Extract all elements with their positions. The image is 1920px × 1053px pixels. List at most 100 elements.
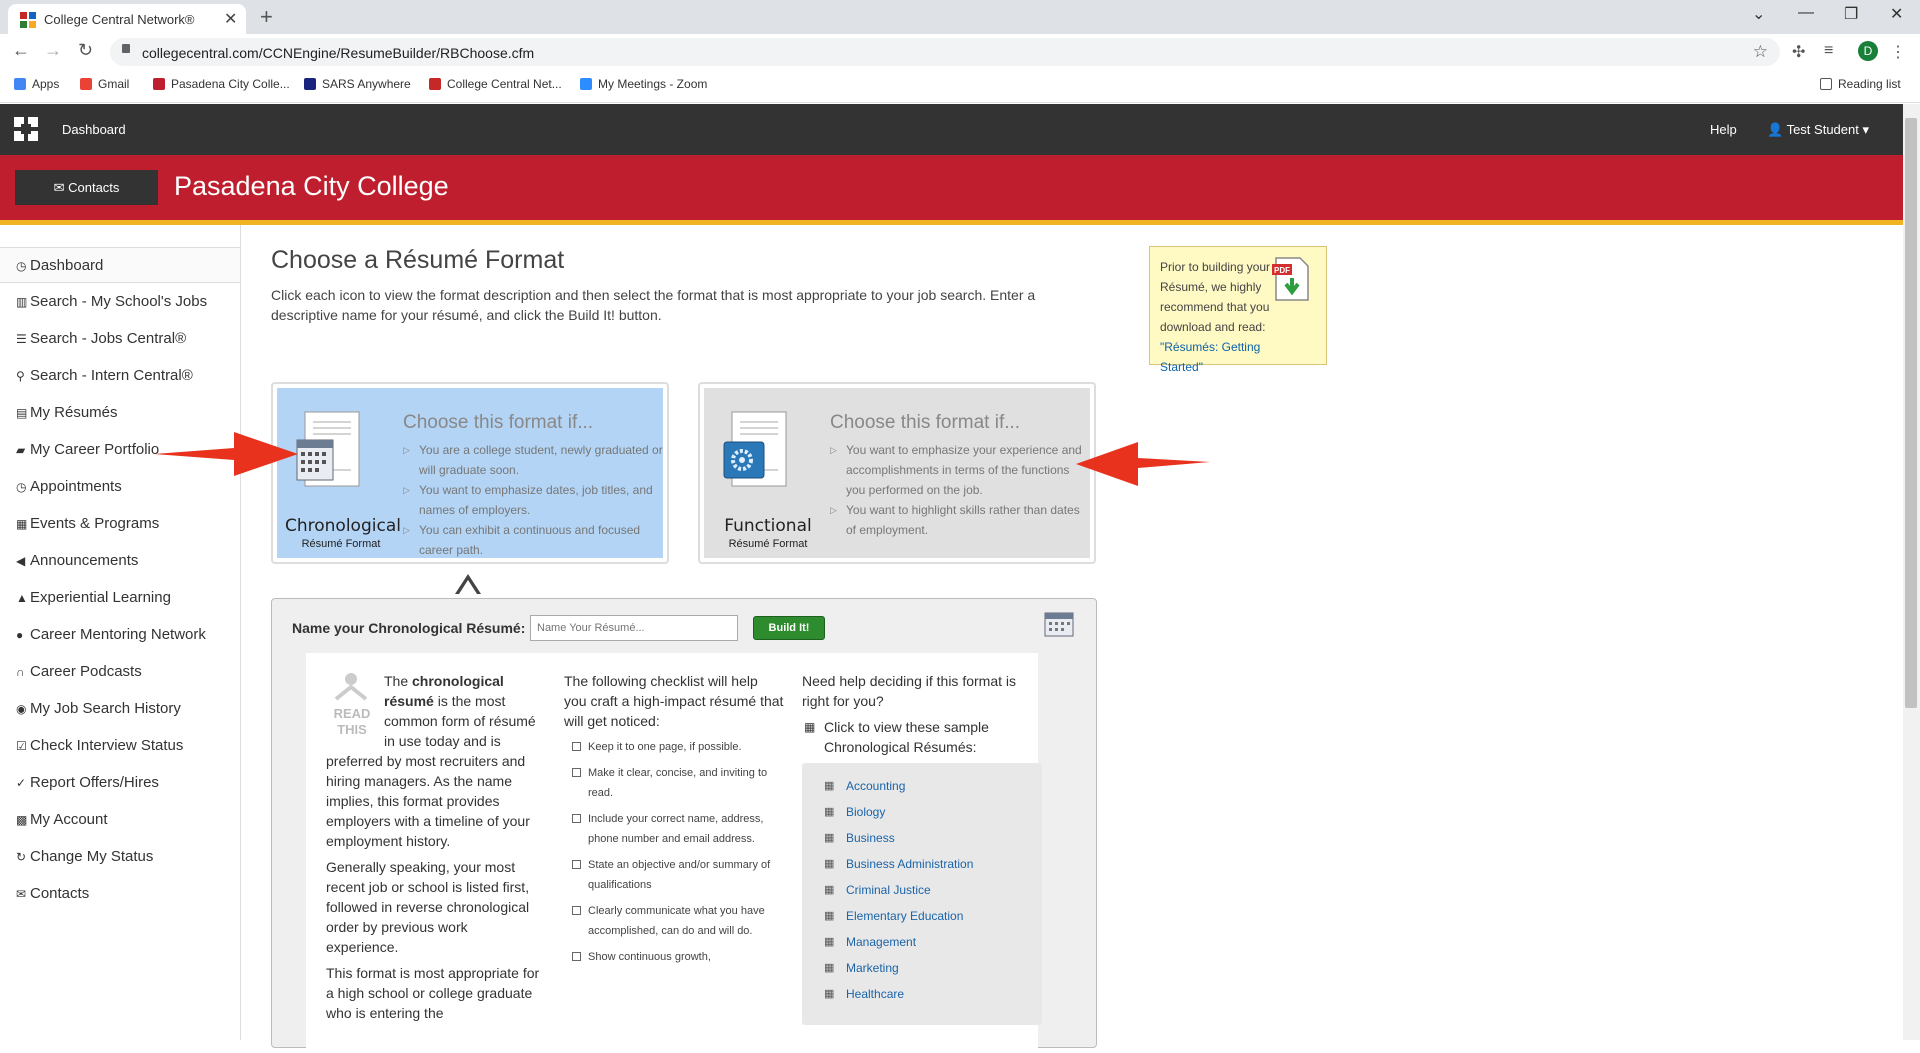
nav-dashboard[interactable]: Dashboard — [62, 122, 126, 137]
sidebar-item[interactable]: ▩ My Account — [0, 802, 240, 838]
app-top-nav: Dashboard Help 👤 Test Student ▾ — [0, 104, 1903, 155]
bullet: You want to emphasize your experience an… — [830, 440, 1090, 500]
tab-search-icon[interactable]: ⌄ — [1752, 4, 1765, 24]
minimize-icon[interactable]: — — [1798, 4, 1814, 22]
sample-link-criminal-justice[interactable]: Criminal Justice — [824, 883, 931, 897]
chronological-format-card[interactable]: Chronological Résumé Format Choose this … — [271, 382, 669, 564]
sidebar-item-label: My Job Search History — [30, 700, 181, 717]
pdf-download-icon[interactable]: PDF — [1270, 256, 1312, 304]
new-tab-icon[interactable]: + — [260, 4, 273, 30]
checklist-item: Keep it to one page, if possible. — [564, 737, 784, 757]
help-deciding-text: Need help deciding if this format is rig… — [802, 673, 1016, 709]
build-it-button[interactable]: Build It! — [753, 616, 825, 640]
sample-link-accounting[interactable]: Accounting — [824, 779, 905, 793]
pdf-download-note: Prior to building your Résumé, we highly… — [1149, 246, 1327, 374]
building-icon: ▥ — [16, 295, 28, 309]
name-resume-label: Name your Chronological Résumé: — [292, 620, 526, 636]
description-paragraph: This format is most appropriate for a hi… — [326, 965, 540, 1021]
functional-format-card[interactable]: Functional Résumé Format Choose this for… — [698, 382, 1096, 564]
checklist-item: Include your correct name, address, phon… — [564, 809, 784, 849]
sidebar-item[interactable]: ☰ Search - Jobs Central® — [0, 321, 240, 357]
sample-link-business[interactable]: Business — [824, 831, 895, 845]
sidebar-item[interactable]: ▲ Experiential Learning — [0, 580, 240, 616]
sidebar-item[interactable]: ◉ My Job Search History — [0, 691, 240, 727]
sidebar-item-label: My Career Portfolio — [30, 441, 160, 458]
envelope-icon: ✉ — [53, 180, 65, 195]
restore-icon[interactable]: ❐ — [1844, 4, 1858, 24]
sitemap-icon: ▩ — [16, 813, 28, 827]
tab-close-icon[interactable]: ✕ — [224, 9, 237, 29]
bookmark-zoom[interactable]: My Meetings - Zoom — [580, 77, 707, 91]
sidebar-item[interactable]: ◷ Dashboard — [0, 247, 240, 283]
page-scrollbar[interactable] — [1903, 104, 1920, 1040]
read-this-icon — [334, 673, 368, 701]
sidebar-item-label: My Résumés — [30, 404, 118, 421]
panel-pointer-inner — [459, 580, 477, 594]
back-icon[interactable]: ← — [12, 40, 30, 61]
reload-icon[interactable]: ↻ — [78, 40, 93, 61]
clock-icon: ◷ — [16, 480, 27, 494]
profile-avatar[interactable]: D — [1858, 41, 1878, 61]
bookmark-gmail[interactable]: Gmail — [80, 77, 129, 91]
sample-link-elementary-education[interactable]: Elementary Education — [824, 909, 963, 923]
sidebar-item-label: Announcements — [30, 552, 139, 569]
college-central-favicon-icon — [20, 12, 36, 28]
sample-link-healthcare[interactable]: Healthcare — [824, 987, 904, 1001]
sample-link-biology[interactable]: Biology — [824, 805, 885, 819]
sidebar-item[interactable]: ▤ My Résumés — [0, 395, 240, 431]
media-control-icon[interactable]: ≡ — [1824, 42, 1833, 60]
sidebar-item[interactable]: ◀ Announcements — [0, 543, 240, 579]
annotation-arrow-right-icon — [1076, 442, 1210, 486]
user-menu[interactable]: 👤 Test Student ▾ — [1767, 122, 1869, 138]
checklist-item: Clearly communicate what you have accomp… — [564, 901, 784, 941]
extensions-icon[interactable]: ✣ — [1792, 42, 1805, 62]
resume-name-input[interactable] — [530, 615, 738, 641]
getting-started-link[interactable]: "Résumés: Getting Started" — [1160, 340, 1260, 374]
scrollbar-thumb[interactable] — [1905, 118, 1917, 708]
sample-link-marketing[interactable]: Marketing — [824, 961, 899, 975]
bookmarks-bar: Apps Gmail Pasadena City Colle... SARS A… — [0, 70, 1920, 103]
bullet: You are a college student, newly graduat… — [403, 440, 663, 480]
sidebar-item[interactable]: ● Career Mentoring Network — [0, 617, 240, 653]
forward-icon[interactable]: → — [44, 40, 62, 61]
contacts-button[interactable]: ✉ Contacts — [15, 170, 158, 205]
address-bar[interactable]: collegecentral.com/CCNEngine/ResumeBuild… — [110, 38, 1780, 66]
reading-list[interactable]: Reading list — [1820, 77, 1901, 91]
sidebar-item[interactable]: ☑ Check Interview Status — [0, 728, 240, 764]
bookmark-pasadena[interactable]: Pasadena City Colle... — [153, 77, 290, 91]
user-search-icon: ⚲ — [16, 369, 25, 383]
sidebar-item[interactable]: ▦ Events & Programs — [0, 506, 240, 542]
sidebar-item-label: Contacts — [30, 885, 90, 902]
format-description: READ THIS The chronological résumé is th… — [306, 653, 1042, 1053]
bookmark-apps[interactable]: Apps — [14, 77, 59, 91]
sidebar-item[interactable]: ✉ Contacts — [0, 876, 240, 912]
sample-link-management[interactable]: Management — [824, 935, 916, 949]
sidebar-item[interactable]: ⚲ Search - Intern Central® — [0, 358, 240, 394]
read-this-badge: READ THIS — [326, 671, 378, 739]
sidebar-item-label: Search - Intern Central® — [30, 367, 193, 384]
page-title: Choose a Résumé Format — [271, 246, 565, 274]
thumbs-up-icon: ✓ — [16, 776, 27, 790]
browser-tab[interactable]: College Central Network® ✕ — [8, 4, 246, 34]
svg-text:PDF: PDF — [1274, 266, 1290, 275]
samples-heading: Click to view these sample Chronological… — [802, 717, 1038, 757]
eye-icon: ◉ — [16, 702, 27, 716]
sample-link-business-administration[interactable]: Business Administration — [824, 857, 973, 871]
caret-down-icon: ▾ — [1862, 122, 1870, 137]
app-logo-icon[interactable] — [14, 117, 38, 141]
nav-help[interactable]: Help — [1710, 122, 1737, 137]
checklist-item: State an objective and/or summary of qua… — [564, 855, 784, 895]
calendar-icon: ▦ — [16, 517, 28, 531]
sidebar-item[interactable]: ∩ Career Podcasts — [0, 654, 240, 690]
window-close-icon[interactable]: ✕ — [1890, 4, 1903, 24]
sidebar-item[interactable]: ▥ Search - My School's Jobs — [0, 284, 240, 320]
bullet: You want to highlight skills rather than… — [830, 500, 1090, 540]
bookmark-sars[interactable]: SARS Anywhere — [304, 77, 411, 91]
bookmark-college-central[interactable]: College Central Net... — [429, 77, 562, 91]
sidebar-item[interactable]: ↻ Change My Status — [0, 839, 240, 875]
sidebar-item-label: Events & Programs — [30, 515, 160, 532]
bookmark-star-icon[interactable]: ☆ — [1753, 42, 1768, 62]
briefcase-icon: ▰ — [16, 443, 26, 457]
sidebar-item[interactable]: ✓ Report Offers/Hires — [0, 765, 240, 801]
menu-kebab-icon[interactable]: ⋮ — [1890, 42, 1906, 62]
